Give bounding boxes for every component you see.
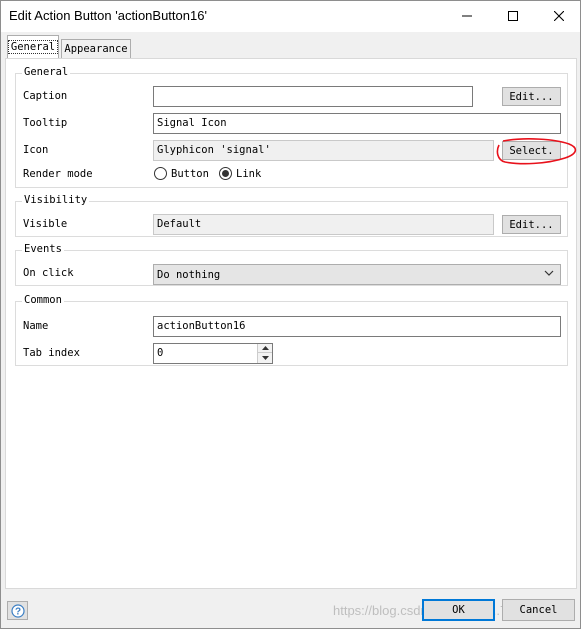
title-bar: Edit Action Button 'actionButton16' <box>1 1 580 32</box>
visibility-group-title: Visibility <box>22 194 90 206</box>
tab-general-label: General <box>7 40 59 54</box>
arrow-down-icon <box>261 356 269 360</box>
caption-label: Caption <box>23 90 68 102</box>
icon-select-button[interactable]: Select. <box>502 141 561 160</box>
close-icon <box>554 11 564 21</box>
window-title: Edit Action Button 'actionButton16' <box>9 8 207 23</box>
dialog-footer: ? https://blog.csdn.net/qq_39...7 OK Can… <box>1 591 580 628</box>
visibility-group: Visibility Visible Default Edit... <box>15 194 568 237</box>
general-tab-panel: General Caption Edit... Tooltip Signal I… <box>5 58 577 589</box>
name-field[interactable]: actionButton16 <box>153 316 561 337</box>
render-mode-label: Render mode <box>23 168 93 180</box>
caption-field[interactable] <box>153 86 473 107</box>
name-label: Name <box>23 320 49 332</box>
icon-field: Glyphicon 'signal' <box>153 140 494 161</box>
render-mode-button-label[interactable]: Button <box>171 168 209 180</box>
visible-field: Default <box>153 214 494 235</box>
on-click-value: Do nothing <box>157 269 221 281</box>
maximize-icon <box>508 11 518 21</box>
spin-up-button[interactable] <box>257 344 272 353</box>
common-group: Common Name actionButton16 Tab index 0 <box>15 294 568 366</box>
events-group: Events On click Do nothing <box>15 243 568 286</box>
edit-action-button-dialog: Edit Action Button 'actionButton16' Gene… <box>0 0 581 629</box>
tab-appearance[interactable]: Appearance <box>61 39 131 58</box>
close-button[interactable] <box>536 1 581 31</box>
minimize-icon <box>462 15 472 17</box>
general-group-title: General <box>22 66 71 78</box>
tab-general[interactable]: General <box>7 35 59 58</box>
svg-text:?: ? <box>14 606 20 617</box>
icon-label: Icon <box>23 144 49 156</box>
render-mode-link-label[interactable]: Link <box>236 168 261 180</box>
visible-edit-button[interactable]: Edit... <box>502 215 561 234</box>
help-button[interactable]: ? <box>7 601 28 620</box>
chevron-down-icon <box>544 270 554 276</box>
tab-appearance-label: Appearance <box>64 43 128 55</box>
caption-edit-button[interactable]: Edit... <box>502 87 561 106</box>
general-group: General Caption Edit... Tooltip Signal I… <box>15 66 568 188</box>
on-click-label: On click <box>23 267 74 279</box>
ok-button[interactable]: OK <box>422 599 495 621</box>
arrow-up-icon <box>261 346 269 350</box>
render-mode-link-radio[interactable] <box>219 167 232 180</box>
help-icon: ? <box>10 603 25 618</box>
visible-label: Visible <box>23 218 68 230</box>
tooltip-label: Tooltip <box>23 117 68 129</box>
spin-down-button[interactable] <box>257 353 272 363</box>
tab-index-value: 0 <box>157 347 164 359</box>
tooltip-field[interactable]: Signal Icon <box>153 113 561 134</box>
render-mode-button-radio[interactable] <box>154 167 167 180</box>
maximize-button[interactable] <box>490 1 536 31</box>
tab-index-spin-buttons <box>257 344 272 363</box>
minimize-button[interactable] <box>444 1 490 31</box>
cancel-button[interactable]: Cancel <box>502 599 575 621</box>
common-group-title: Common <box>22 294 64 306</box>
tab-index-label: Tab index <box>23 347 80 359</box>
on-click-select[interactable]: Do nothing <box>153 264 561 285</box>
tab-index-stepper[interactable]: 0 <box>153 343 273 364</box>
events-group-title: Events <box>22 243 64 255</box>
